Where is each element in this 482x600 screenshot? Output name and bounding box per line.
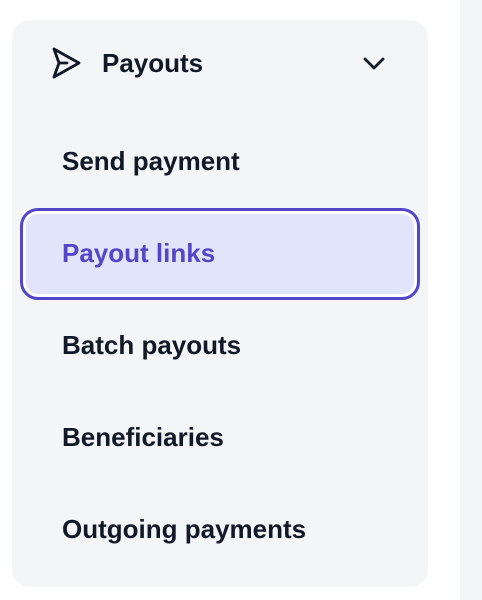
section-title: Payouts xyxy=(102,48,204,78)
sidebar-item-outgoing-payments[interactable]: Outgoing payments xyxy=(20,484,420,576)
sidebar-item-beneficiaries[interactable]: Beneficiaries xyxy=(20,392,420,484)
sidebar-item-label: Batch payouts xyxy=(62,330,242,360)
sidebar-item-label: Send payment xyxy=(62,146,240,176)
send-icon xyxy=(52,47,81,79)
sidebar-item-label: Beneficiaries xyxy=(62,422,224,452)
sidebar-item-label: Payout links xyxy=(62,238,216,268)
payouts-section-header[interactable]: Payouts xyxy=(12,20,428,106)
sidebar-item-label: Outgoing payments xyxy=(62,514,307,544)
sidebar-item-batch-payouts[interactable]: Batch payouts xyxy=(20,300,420,392)
sidebar-item-payout-links[interactable]: Payout links xyxy=(20,208,420,300)
sidebar-nav: Payouts Send payment Payout links Batch … xyxy=(12,20,428,587)
adjacent-panel xyxy=(460,0,482,600)
sidebar-item-send-payment[interactable]: Send payment xyxy=(20,116,420,208)
chevron-down-icon[interactable] xyxy=(361,53,387,73)
